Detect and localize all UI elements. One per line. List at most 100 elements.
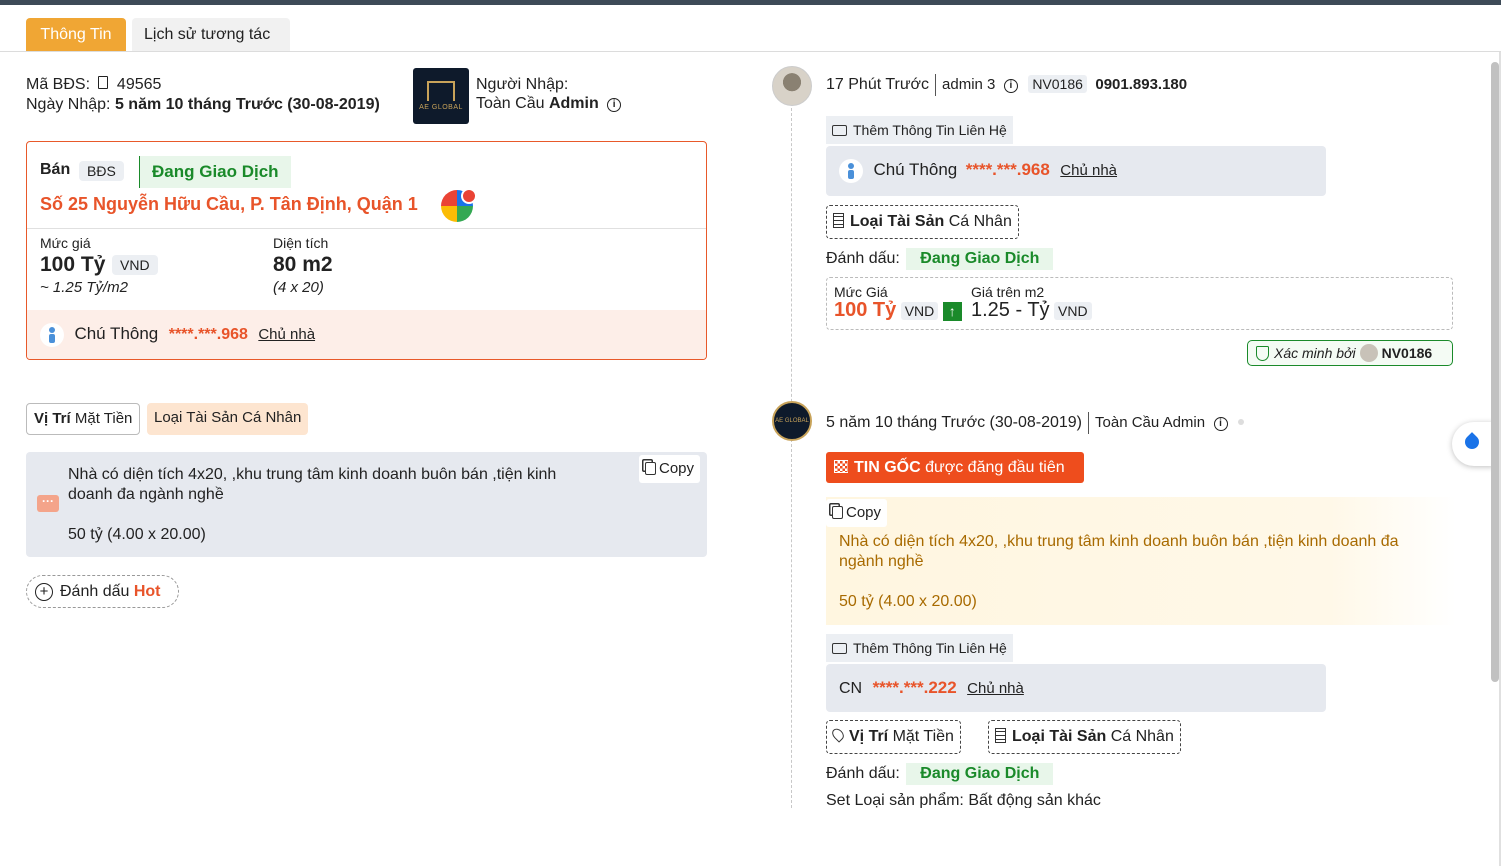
description-line3: 50 tỷ (4.00 x 20.00) <box>68 526 206 543</box>
asset-chip: Loại Tài Sản Cá Nhân <box>147 403 309 435</box>
add-contact-chip: Thêm Thông Tin Liên Hệ <box>826 634 1013 662</box>
entry-mark-label: Đánh dấu: <box>826 765 900 782</box>
company-logo: AE GLOBAL <box>413 68 469 124</box>
mark-hot-button[interactable]: + Đánh dấu Hot <box>26 575 179 608</box>
price-value: 100 Tỷ <box>40 253 106 276</box>
listing-address[interactable]: Số 25 Nguyễn Hữu Cầu, P. Tân Định, Quận … <box>40 194 418 215</box>
person-icon <box>40 323 64 347</box>
entry-contact-name: CN <box>839 680 863 697</box>
copy-icon <box>645 462 656 475</box>
contact-role-link[interactable]: Chủ nhà <box>258 326 315 343</box>
staff-phone: 0901.893.180 <box>1095 76 1188 94</box>
price-label: Mức giá <box>40 235 91 251</box>
info-icon[interactable]: i <box>607 98 622 112</box>
verified-label: Xác minh bởi <box>1274 345 1356 361</box>
original-description: Copy Nhà có diện tích 4x20, ,khu trung t… <box>826 497 1456 625</box>
contact-name: Chú Thông <box>74 324 159 344</box>
id-card-icon <box>832 643 847 654</box>
original-line3: 50 tỷ (4.00 x 20.00) <box>839 593 977 610</box>
listing-code-value: 49565 <box>116 76 162 93</box>
importer: Toàn Cầu Admin i <box>476 95 622 113</box>
avatar-logo-text: AE GLOBAL <box>775 418 809 424</box>
entry-price-label: Mức Giá <box>834 284 888 300</box>
entry-user: admin 3 <box>942 76 996 94</box>
entry-contact-box: CN ****.***.222 Chủ nhà <box>826 664 1326 712</box>
entry-asset-chip: Loại Tài Sản Cá Nhân <box>826 205 1019 239</box>
listing-code-label: Mã BĐS: <box>26 76 91 93</box>
copy-button[interactable]: Copy <box>826 499 888 527</box>
timeline-entry-header: 17 Phút Trước admin 3 i NV0186 0901.893.1… <box>826 74 1187 96</box>
tab-lich-su[interactable]: Lịch sử tương tác <box>132 18 290 51</box>
comment-icon <box>37 494 59 512</box>
listing-card: Bán BĐS Đang Giao Dịch Số 25 Nguyễn Hữu … <box>26 141 707 360</box>
origin-rest: được đăng đầu tiên <box>925 459 1065 476</box>
plus-icon: + <box>35 583 53 601</box>
original-line2: ngành nghề <box>839 553 924 570</box>
logo-mark-icon <box>427 81 455 101</box>
entry-per-m2-unit: VND <box>1054 302 1092 320</box>
entry-time: 5 năm 10 tháng Trước (30-08-2019) <box>826 414 1083 432</box>
entry-contact: CN ****.***.222 Chủ nhà <box>839 678 1024 698</box>
entry-product-label: Set Loại sản phẩm: <box>826 792 964 809</box>
timeline-line <box>791 108 792 808</box>
listing-date-value: 5 năm 10 tháng Trước (30-08-2019) <box>114 96 380 113</box>
asset-value: Cá Nhân <box>242 409 302 426</box>
origin-tag: TIN GỐC được đăng đầu tiên <box>826 452 1084 483</box>
listing-code: Mã BĐS: 49565 <box>26 76 161 94</box>
id-card-icon <box>832 125 847 136</box>
position-chip: Vị Trí Mặt Tiền <box>26 403 141 435</box>
area-dimensions: (4 x 20) <box>273 279 324 296</box>
entry-time: 17 Phút Trước <box>826 76 930 94</box>
entry-contact-phone[interactable]: ****.***.222 <box>873 678 957 697</box>
google-maps-icon[interactable] <box>441 188 477 222</box>
entry-contact-role-link[interactable]: Chủ nhà <box>1060 162 1117 179</box>
copy-label: Copy <box>846 504 882 521</box>
shield-check-icon <box>1256 346 1269 361</box>
floating-action-button[interactable] <box>1452 422 1494 466</box>
type-badge: BĐS <box>79 161 124 181</box>
separator <box>935 74 937 96</box>
mark-hot-label: Đánh dấu <box>60 583 130 600</box>
avatar <box>1359 344 1378 362</box>
importer-name: Admin <box>548 95 599 112</box>
staff-code: NV0186 <box>1028 75 1087 94</box>
entry-asset-value: Cá Nhân <box>948 213 1012 230</box>
asset-label: Loại Tài Sản <box>154 409 238 426</box>
entry-position-chip: Vị Trí Mặt Tiền <box>826 720 961 754</box>
entry-contact-box: Chú Thông ****.***.968 Chủ nhà <box>826 146 1326 196</box>
add-contact-label: Thêm Thông Tin Liên Hệ <box>853 640 1007 656</box>
scrollbar[interactable] <box>1491 62 1499 682</box>
contact-phone[interactable]: ****.***.968 <box>169 326 248 343</box>
copy-button[interactable]: Copy <box>639 455 701 483</box>
copy-icon <box>832 506 843 519</box>
position-value: Mặt Tiền <box>74 410 133 427</box>
entry-contact: Chú Thông ****.***.968 Chủ nhà <box>839 159 1117 183</box>
tab-bar: Thông Tin Lịch sử tương tác <box>0 5 1501 52</box>
listing-date-label: Ngày Nhập: <box>26 96 111 113</box>
entry-contact-role-link[interactable]: Chủ nhà <box>967 680 1024 697</box>
tab-thong-tin[interactable]: Thông Tin <box>26 18 126 51</box>
company-avatar: AE GLOBAL <box>772 401 812 441</box>
original-line1: Nhà có diện tích 4x20, ,khu trung tâm ki… <box>839 533 1399 550</box>
entry-asset-value: Cá Nhân <box>1110 728 1174 745</box>
contact-inner: Chú Thông ****.***.968 Chủ nhà <box>40 323 315 347</box>
entry-mark: Đánh dấu: Đang Giao Dịch <box>826 248 1054 270</box>
document-icon <box>98 76 109 89</box>
status-badge: Đang Giao Dịch <box>139 156 291 188</box>
map-pin-icon <box>829 726 847 743</box>
info-icon[interactable]: i <box>1213 417 1228 432</box>
description-line1: Nhà có diện tích 4x20, ,khu trung tâm ki… <box>68 466 557 483</box>
hot-label: Hot <box>133 583 161 600</box>
info-icon[interactable]: i <box>1003 79 1018 94</box>
water-drop-icon <box>1462 432 1482 452</box>
arrow-up-icon: ↑ <box>942 302 962 322</box>
copy-label: Copy <box>659 460 695 477</box>
add-contact-chip: Thêm Thông Tin Liên Hệ <box>826 116 1013 144</box>
area-value: 80 m2 <box>273 253 333 276</box>
price-per-m2: ~ 1.25 Tỷ/m2 <box>40 279 128 296</box>
verified-by: NV0186 <box>1381 345 1433 361</box>
entry-contact-phone[interactable]: ****.***.968 <box>966 160 1050 179</box>
description-line2: doanh đa ngành nghề <box>68 486 224 503</box>
entry-asset-chip: Loại Tài Sản Cá Nhân <box>988 720 1181 754</box>
entry-product-value: Bất động sản khác <box>968 792 1101 809</box>
